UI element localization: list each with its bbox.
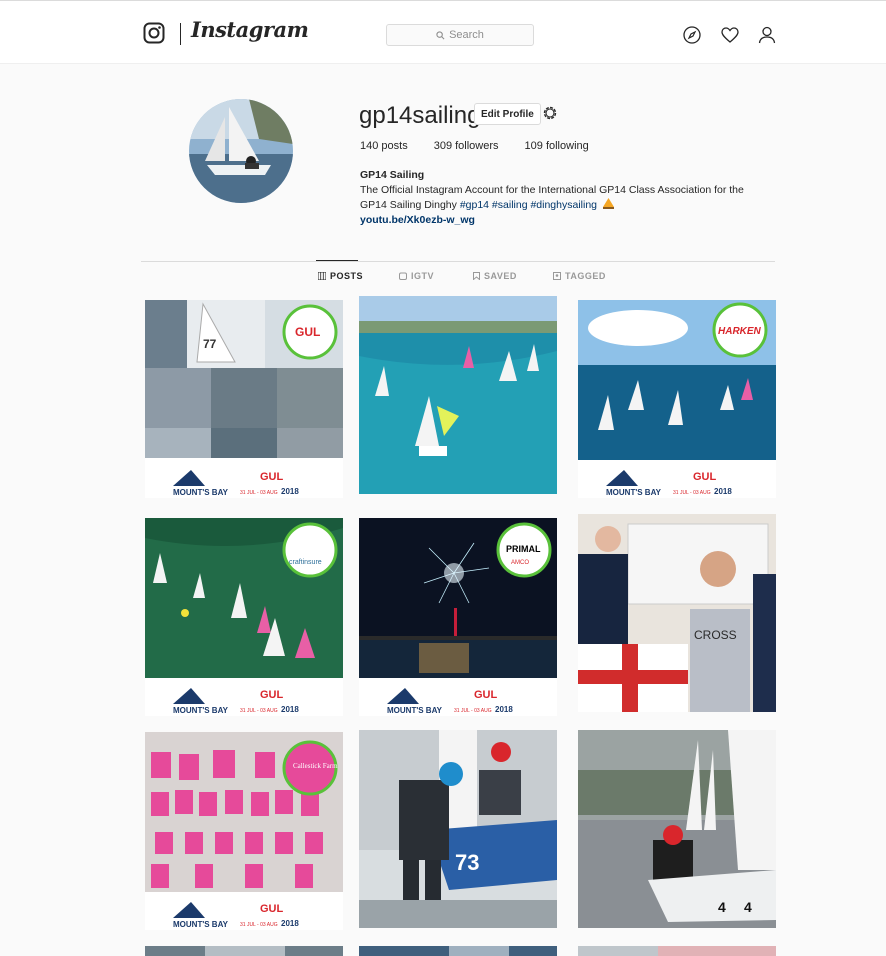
profile-stats: 140 posts 309 followers 109 following xyxy=(360,140,589,152)
hull-number: 73 xyxy=(455,850,479,875)
sailboat-emoji-icon xyxy=(602,198,614,209)
mounts-bay-label: MOUNT'S BAY xyxy=(173,488,229,497)
instagram-wordmark[interactable]: Instagram xyxy=(191,17,309,42)
post-thumbnail[interactable] xyxy=(145,946,343,956)
post-thumbnail[interactable]: 77 GUL MOUNT'S BAY GUL 31 JUL - 03 AUG 2… xyxy=(145,300,343,498)
instagram-logo-icon[interactable] xyxy=(143,22,165,44)
event-year: 2018 xyxy=(714,487,732,496)
post-thumbnail[interactable]: craftinsure MOUNT'S BAY GUL 31 JUL - 03 … xyxy=(145,518,343,716)
tab-posts-label: POSTS xyxy=(330,271,364,281)
user-profile-icon[interactable] xyxy=(757,25,777,45)
following-count[interactable]: 109 following xyxy=(525,140,589,152)
post-thumbnail[interactable] xyxy=(359,296,557,494)
sponsor-amco-badge: AMCO xyxy=(511,560,529,566)
igtv-icon xyxy=(399,272,407,280)
post-thumbnail[interactable] xyxy=(578,946,776,956)
tab-igtv[interactable]: IGTV xyxy=(399,271,434,281)
sponsor-gul-badge: GUL xyxy=(295,325,320,339)
event-dates: 31 JUL - 03 AUG xyxy=(673,490,711,496)
tab-igtv-label: IGTV xyxy=(411,271,435,281)
event-dates: 31 JUL - 03 AUG xyxy=(240,708,278,714)
avatar[interactable] xyxy=(189,99,293,203)
shirt-text: CROSS xyxy=(694,628,737,642)
bookmark-icon xyxy=(473,272,480,280)
tab-tagged-label: TAGGED xyxy=(565,271,606,281)
bio-full-name: GP14 Sailing xyxy=(360,169,425,181)
tab-tagged[interactable]: TAGGED xyxy=(553,271,606,281)
post-thumbnail[interactable]: PRIMAL AMCO MOUNT'S BAY GUL 31 JUL - 03 … xyxy=(359,518,557,716)
event-year: 2018 xyxy=(495,705,513,714)
svg-text:4: 4 xyxy=(744,899,752,915)
gul-logo-text: GUL xyxy=(260,689,284,701)
profile-username: gp14sailing xyxy=(359,102,481,129)
post-thumbnail[interactable]: HARKEN MOUNT'S BAY GUL 31 JUL - 03 AUG 2… xyxy=(578,300,776,498)
bio-line-1: The Official Instagram Account for the I… xyxy=(360,184,744,196)
active-tab-indicator xyxy=(316,260,358,261)
post-thumbnail[interactable]: 4 4 xyxy=(578,730,776,928)
search-input[interactable]: Search xyxy=(386,24,534,46)
followers-count[interactable]: 309 followers xyxy=(434,140,499,152)
grid-icon xyxy=(318,272,326,280)
mounts-bay-label: MOUNT'S BAY xyxy=(173,920,229,929)
heart-activity-icon[interactable] xyxy=(720,25,740,45)
logo-divider xyxy=(180,23,181,45)
settings-gear-icon[interactable] xyxy=(541,104,559,122)
post-thumbnail[interactable]: Callestick Farm MOUNT'S BAY GUL 31 JUL -… xyxy=(145,732,343,930)
tab-saved[interactable]: SAVED xyxy=(473,271,517,281)
search-icon xyxy=(436,30,445,39)
post-thumbnail[interactable]: 73 xyxy=(359,730,557,928)
post-thumbnail[interactable] xyxy=(359,946,557,956)
event-dates: 31 JUL - 03 AUG xyxy=(240,490,278,496)
event-dates: 31 JUL - 03 AUG xyxy=(240,922,278,928)
posts-count: 140 posts xyxy=(360,140,408,152)
mounts-bay-label: MOUNT'S BAY xyxy=(387,706,443,715)
bio-line-2-text: GP14 Sailing Dinghy xyxy=(360,199,460,211)
event-year: 2018 xyxy=(281,705,299,714)
mounts-bay-label: MOUNT'S BAY xyxy=(606,488,662,497)
event-dates: 31 JUL - 03 AUG xyxy=(454,708,492,714)
edit-profile-button[interactable]: Edit Profile xyxy=(474,103,541,125)
mounts-bay-label: MOUNT'S BAY xyxy=(173,706,229,715)
compass-explore-icon[interactable] xyxy=(682,25,702,45)
sponsor-callestick-badge: Callestick Farm xyxy=(293,762,338,770)
gul-logo-text: GUL xyxy=(260,903,284,915)
sponsor-primal-badge: PRIMAL xyxy=(506,544,541,554)
search-placeholder: Search xyxy=(449,29,484,41)
event-year: 2018 xyxy=(281,919,299,928)
tab-posts[interactable]: POSTS xyxy=(318,271,363,281)
tab-saved-label: SAVED xyxy=(484,271,517,281)
tag-person-icon xyxy=(553,272,561,280)
sail-number: 77 xyxy=(203,337,217,351)
profile-bio: GP14 Sailing The Official Instagram Acco… xyxy=(360,168,760,228)
sponsor-harken-badge: HARKEN xyxy=(718,326,762,337)
bio-line-2: GP14 Sailing Dinghy #gp14 #sailing #ding… xyxy=(360,198,760,213)
tabs-divider xyxy=(141,261,775,262)
gul-logo-text: GUL xyxy=(693,471,717,483)
svg-text:4: 4 xyxy=(718,899,726,915)
top-navigation-bar: Instagram Search xyxy=(0,0,886,64)
gul-logo-text: GUL xyxy=(260,471,284,483)
sponsor-craftinsure-badge: craftinsure xyxy=(289,559,322,566)
post-thumbnail[interactable]: CROSS xyxy=(578,514,776,712)
bio-hashtags[interactable]: #gp14 #sailing #dinghysailing xyxy=(460,199,597,211)
bio-website-link[interactable]: youtu.be/Xk0ezb-w_wg xyxy=(360,213,760,228)
event-year: 2018 xyxy=(281,487,299,496)
gul-logo-text: GUL xyxy=(474,689,498,701)
